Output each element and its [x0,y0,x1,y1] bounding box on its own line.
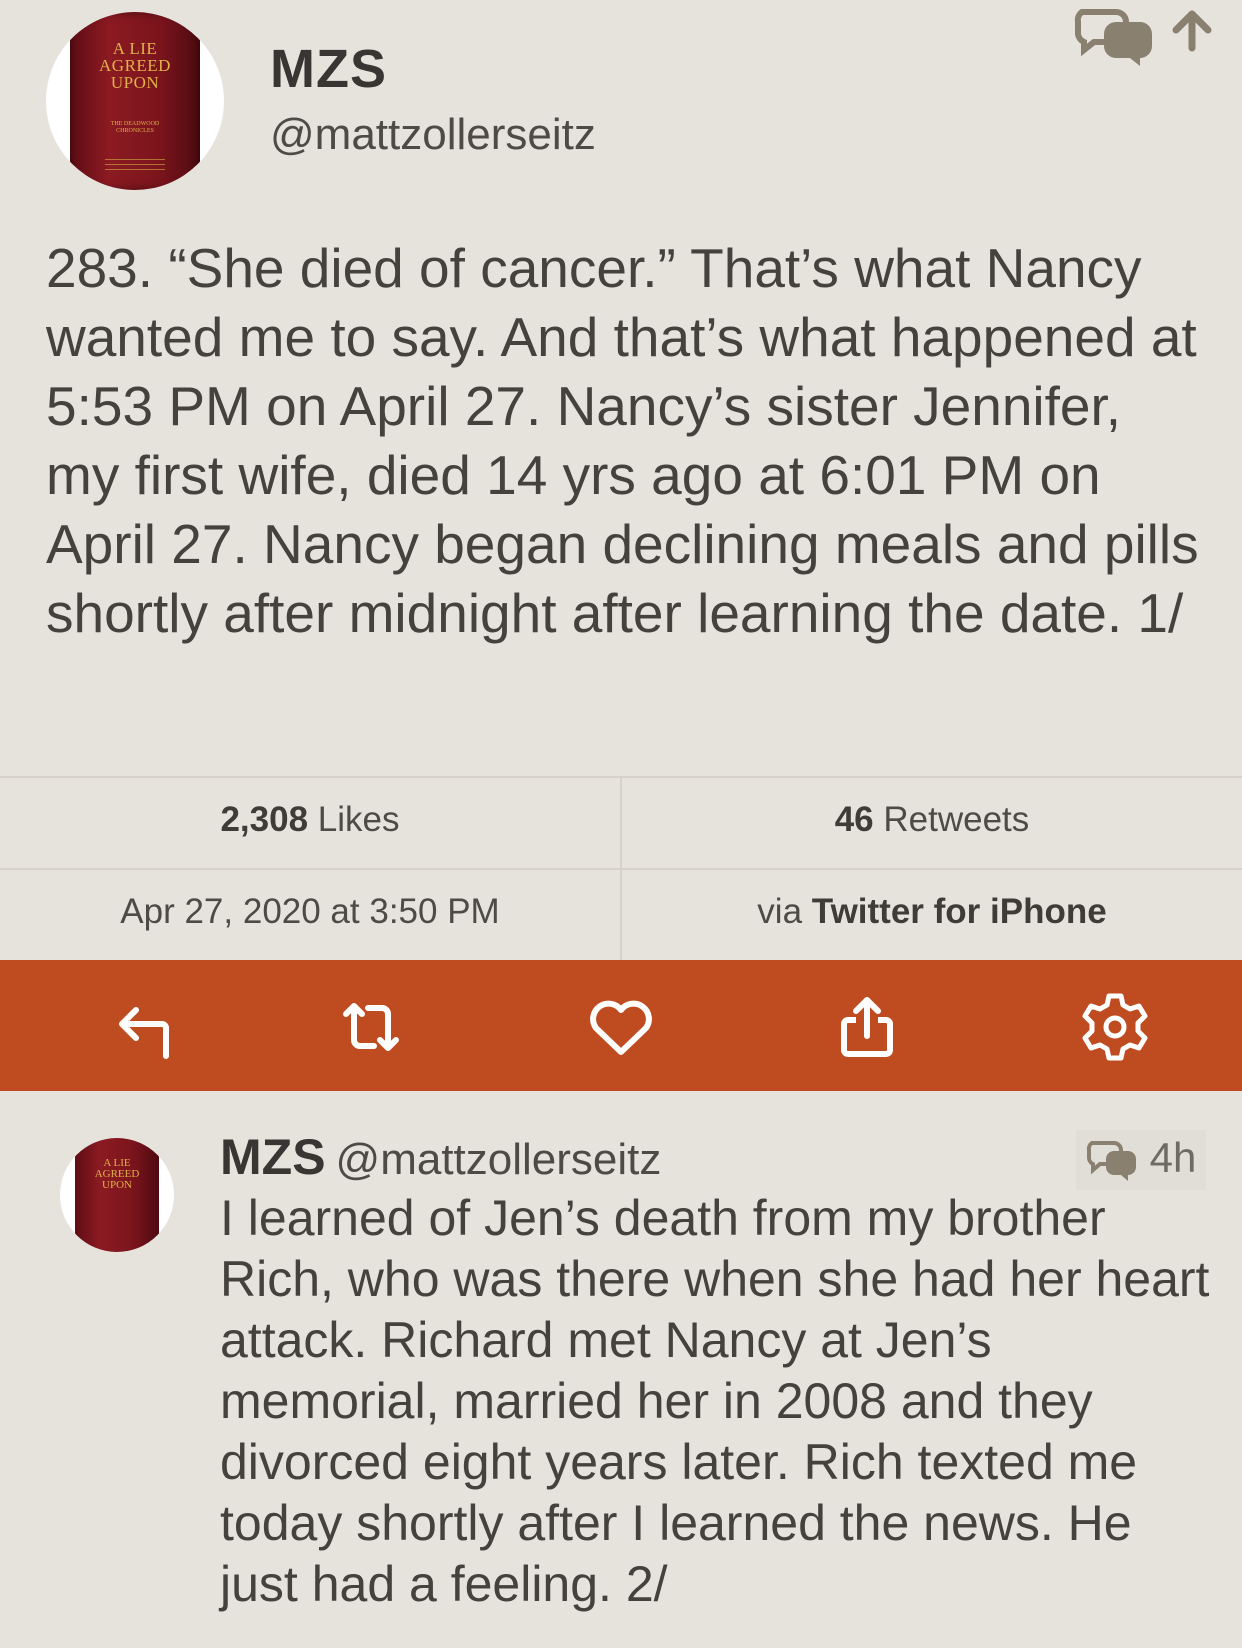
book-subtitle-line: THE DEADWOOD [110,121,160,127]
tweet-timestamp: Apr 27, 2020 at 3:50 PM [120,892,500,931]
reply-time-badge: 4h [1076,1130,1207,1190]
book-rule [105,159,165,160]
via-client: Twitter for iPhone [811,892,1107,931]
likes-count: 2,308 [220,800,309,839]
user-handle[interactable]: @mattzollerseitz [270,110,596,160]
settings-button[interactable] [1078,990,1152,1064]
reply-user-name[interactable]: MZS [220,1129,326,1185]
via-prefix: via [757,892,803,931]
book-title-line: AGREED [99,56,171,75]
conversation-icon [1086,1140,1136,1181]
reply-header: MZS @mattzollerseitz [220,1128,661,1186]
avatar[interactable]: A LIE AGREED UPON THE DEADWOOD CHRONICLE… [46,12,224,190]
reply-user-handle[interactable]: @mattzollerseitz [336,1135,662,1184]
reply-time: 4h [1149,1134,1197,1181]
user-name[interactable]: MZS [270,38,387,100]
book-rule [105,164,165,165]
share-icon [841,997,893,1057]
retweet-button[interactable] [334,990,408,1064]
tweet-text: 283. “She died of cancer.” That’s what N… [46,237,1199,644]
book-title-line: UPON [102,1179,132,1191]
retweets-stat[interactable]: 46 Retweets [622,800,1242,840]
reply-tweet-text: I learned of Jen’s death from my brother… [220,1190,1210,1612]
tweet-source[interactable]: via Twitter for iPhone [622,892,1242,932]
conversation-icon[interactable] [1074,9,1152,66]
reply-button[interactable] [112,990,186,1064]
like-button[interactable] [584,990,658,1064]
retweets-count: 46 [834,800,874,839]
settings-icon [1082,993,1148,1061]
action-bar [0,960,1242,1091]
retweet-icon [343,1003,399,1051]
book-title-line: A LIE [112,39,158,58]
arrow-up-icon[interactable] [1172,10,1212,52]
retweets-label: Retweets [883,800,1030,839]
divider [0,868,1242,870]
book-cover-image: A LIE AGREED UPON THE DEADWOOD CHRONICLE… [70,12,200,190]
likes-stat[interactable]: 2,308 Likes [0,800,620,840]
book-rule [105,169,165,170]
likes-label: Likes [317,800,400,839]
share-button[interactable] [830,990,904,1064]
like-icon [590,1000,652,1055]
book-cover-image: A LIE AGREED UPON [75,1138,159,1252]
reply-icon [119,1007,169,1059]
book-title-line: UPON [110,73,160,92]
reply-avatar[interactable]: A LIE AGREED UPON [60,1138,174,1252]
top-icons [1072,4,1218,70]
book-subtitle-line: CHRONICLES [116,128,154,134]
